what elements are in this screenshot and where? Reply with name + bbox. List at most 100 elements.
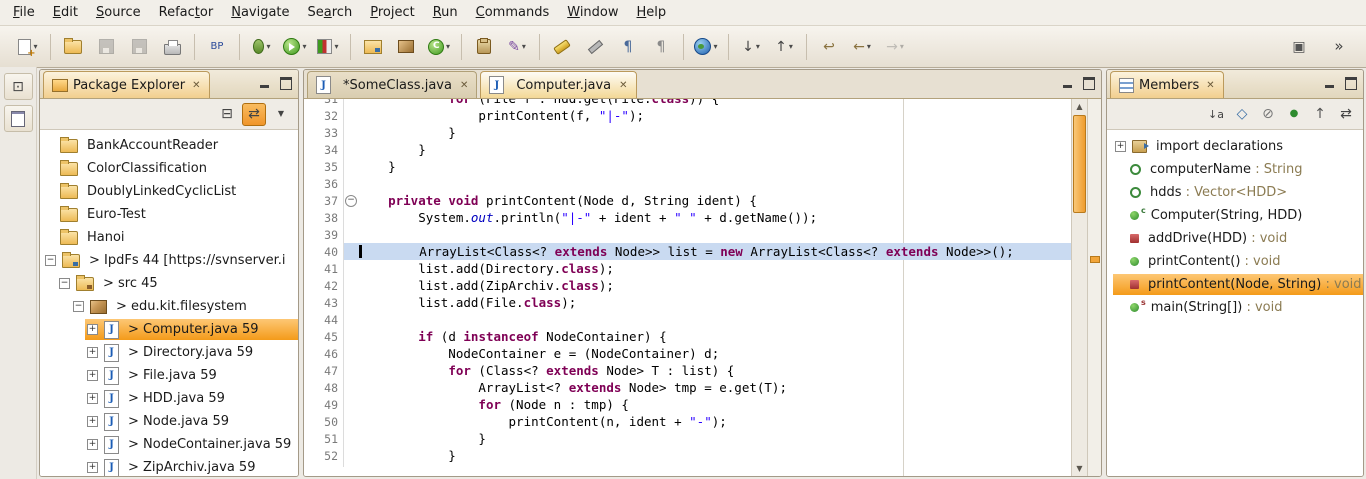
tree-item-row[interactable]: BankAccountReader [43,135,298,156]
tree-item-row[interactable]: −> IpdFs 44 [https://svnserver.i [43,250,298,271]
tree-item-ipdfs-44-https-svnserver-i[interactable]: −> IpdFs 44 [https://svnserver.i [40,249,298,272]
menu-refactor[interactable]: Refactor [150,2,223,23]
fold-ruler[interactable] [343,107,358,124]
menu-run[interactable]: Run [424,2,467,23]
code-text[interactable]: printContent(f, "|-"); [358,107,1071,124]
line-number[interactable]: 43 [304,296,343,310]
code-text[interactable]: } [358,430,1071,447]
link-with-editor-button[interactable]: ⇄ [1335,104,1357,125]
line-number[interactable]: 48 [304,381,343,395]
code-area[interactable]: 31 for (File f : hdd.get(File.class)) {3… [304,99,1071,467]
menu-navigate[interactable]: Navigate [222,2,298,23]
export-jar-button[interactable] [469,33,499,61]
fold-ruler[interactable] [343,175,358,192]
dropdown-arrow-icon[interactable]: ▾ [302,42,306,51]
member-row[interactable]: hdds : Vector<HDD> [1113,182,1363,203]
code-text[interactable]: for (File f : hdd.get(File.class)) { [358,99,1071,107]
tree-item-file-java-59[interactable]: +J> File.java 59 [40,364,298,387]
close-view-icon[interactable]: ✕ [1204,80,1214,91]
code-text[interactable]: list.add(ZipArchiv.class); [358,277,1071,294]
tree-item-row[interactable]: +J> File.java 59 [85,365,298,386]
fold-ruler[interactable] [343,447,358,464]
code-line-37[interactable]: 37− private void printContent(Node d, St… [304,192,1071,209]
dropdown-arrow-icon[interactable]: ▾ [522,42,526,51]
fold-ruler[interactable] [343,226,358,243]
tree-item-row[interactable]: +J> Node.java 59 [85,411,298,432]
fold-ruler[interactable] [343,294,358,311]
tree-item-hanoi[interactable]: Hanoi [40,226,298,249]
link-with-editor-button[interactable]: ⇄ [242,103,266,126]
line-number[interactable]: 40 [304,245,343,259]
expander-icon[interactable]: + [1115,141,1126,152]
toolbar-overflow-button[interactable]: » [1324,33,1354,61]
dropdown-arrow-icon[interactable]: ▾ [446,42,450,51]
expander-icon[interactable]: + [87,416,98,427]
mark-occurrences-button[interactable] [580,33,610,61]
close-tab-icon[interactable]: ✕ [617,80,627,91]
tree-item-row[interactable]: DoublyLinkedCyclicList [43,181,298,202]
dropdown-arrow-icon[interactable]: ▾ [867,42,871,51]
code-text[interactable]: for (Node n : tmp) { [358,396,1071,413]
last-edit-location-button[interactable]: ↩ [814,33,844,61]
print-button[interactable] [157,33,187,61]
members-tab[interactable]: Members ✕ [1110,71,1224,98]
fold-ruler[interactable] [343,260,358,277]
coverage-button[interactable]: ▾ [313,33,343,61]
scroll-down-icon[interactable]: ▼ [1072,462,1087,475]
tree-item-bankaccountreader[interactable]: BankAccountReader [40,134,298,157]
sort-members-button[interactable]: ↓a [1205,104,1227,125]
code-line-43[interactable]: 43 list.add(File.class); [304,294,1071,311]
tree-item-nodecontainer-java-59[interactable]: +J> NodeContainer.java 59 [40,433,298,456]
code-line-38[interactable]: 38 System.out.println("|-" + ident + " "… [304,209,1071,226]
fold-ruler[interactable] [343,396,358,413]
new-java-project-button[interactable] [358,33,388,61]
fold-ruler[interactable] [343,277,358,294]
code-line-45[interactable]: 45 if (d instanceof NodeContainer) { [304,328,1071,345]
pin-editor-button[interactable]: ▣ [1284,33,1314,61]
code-line-50[interactable]: 50 printContent(n, ident + "-"); [304,413,1071,430]
hide-fields-button[interactable]: ◇ [1231,104,1253,125]
tree-item-hdd-java-59[interactable]: +J> HDD.java 59 [40,387,298,410]
line-number[interactable]: 49 [304,398,343,412]
code-text[interactable]: } [358,141,1071,158]
fold-ruler[interactable] [343,311,358,328]
run-button[interactable]: ▾ [280,33,310,61]
code-text[interactable]: if (d instanceof NodeContainer) { [358,328,1071,345]
code-line-32[interactable]: 32 printContent(f, "|-"); [304,107,1071,124]
tree-item-row[interactable]: +J> NodeContainer.java 59 [85,434,298,455]
tree-item-row[interactable]: +J> Directory.java 59 [85,342,298,363]
line-number[interactable]: 47 [304,364,343,378]
previous-annotation-button[interactable]: ↑▾ [769,33,799,61]
expander-icon[interactable]: + [87,324,98,335]
code-text[interactable]: } [358,447,1071,464]
editor-tab-computer-java[interactable]: JComputer.java✕ [480,71,636,98]
maximize-view-button[interactable] [1344,76,1358,90]
next-annotation-button[interactable]: ↓▾ [736,33,766,61]
line-number[interactable]: 32 [304,109,343,123]
fold-ruler[interactable] [343,99,358,107]
code-line-41[interactable]: 41 list.add(Directory.class); [304,260,1071,277]
dropdown-arrow-icon[interactable]: ▾ [900,42,904,51]
tree-item-src-45[interactable]: −> src 45 [40,272,298,295]
expander-icon[interactable]: − [59,278,70,289]
line-number[interactable]: 45 [304,330,343,344]
tree-item-doublylinkedcycliclist[interactable]: DoublyLinkedCyclicList [40,180,298,203]
code-line-31[interactable]: 31 for (File f : hdd.get(File.class)) { [304,99,1071,107]
new-wizard-button[interactable]: ▾ [13,33,43,61]
tree-item-row[interactable]: ColorClassification [43,158,298,179]
line-number[interactable]: 41 [304,262,343,276]
java-editor[interactable]: 31 for (File f : hdd.get(File.class)) {3… [304,99,1101,476]
menu-commands[interactable]: Commands [467,2,559,23]
new-package-button[interactable] [391,33,421,61]
member-row[interactable]: computerName : String [1113,159,1363,180]
minimize-view-button[interactable] [1322,76,1336,90]
view-menu-button[interactable]: ▼ [270,104,292,125]
show-whitespace-button[interactable]: ¶ [613,33,643,61]
menu-window[interactable]: Window [558,2,627,23]
expander-icon[interactable]: + [87,462,98,473]
expander-icon[interactable]: + [87,370,98,381]
menu-source[interactable]: Source [87,2,150,23]
code-text[interactable]: } [358,124,1071,141]
code-line-34[interactable]: 34 } [304,141,1071,158]
code-text[interactable] [358,175,1071,192]
